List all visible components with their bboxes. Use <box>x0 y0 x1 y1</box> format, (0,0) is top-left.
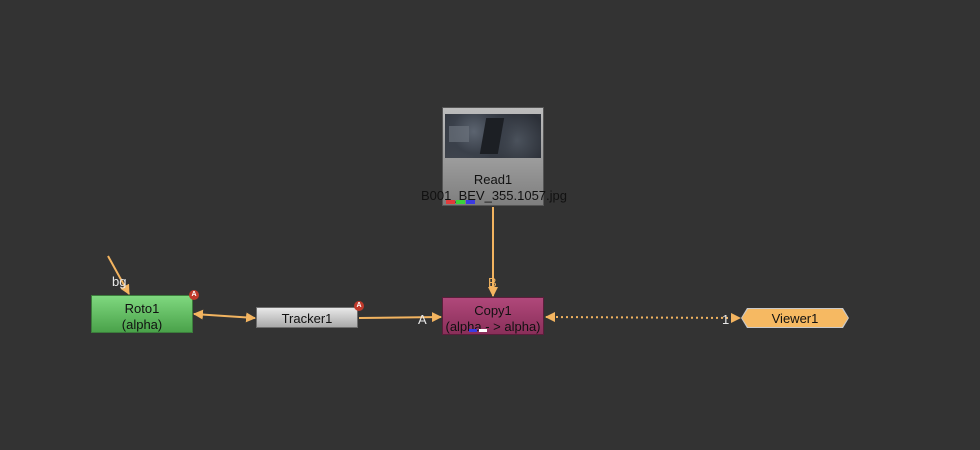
roto-node[interactable]: Roto1 (alpha) A <box>91 290 199 333</box>
read-channel-swatches <box>446 200 475 204</box>
copy-channel-swatches <box>469 329 487 332</box>
copy-node-channels: (alpha - > alpha) <box>445 319 541 334</box>
tracker-animation-badge: A <box>354 301 364 311</box>
copy-node-title: Copy1 <box>474 303 512 318</box>
read-thumbnail <box>445 114 541 158</box>
roto-tracker-pipe[interactable] <box>193 309 256 323</box>
copy-input-b-label: B <box>488 275 497 290</box>
read-node-title: Read1 <box>473 172 513 187</box>
read-channel-swatch <box>446 200 455 204</box>
tracker-node-title: Tracker1 <box>281 311 333 326</box>
roto-node-title: Roto1 <box>124 301 160 316</box>
read-node[interactable]: Read1 B001_BEV_355.1057.jpg <box>421 107 567 206</box>
read-channel-swatch <box>456 200 465 204</box>
copy-node[interactable]: Copy1 (alpha - > alpha) <box>442 297 544 335</box>
tracker-node[interactable]: Tracker1 A <box>256 301 364 328</box>
roto-node-channel: (alpha) <box>121 317 163 332</box>
roto-bg-input-label: bg <box>112 274 127 289</box>
read-node-filename: B001_BEV_355.1057.jpg <box>420 188 567 203</box>
node-graph-canvas[interactable] <box>0 0 980 450</box>
viewer-node[interactable]: Viewer1 <box>742 309 848 327</box>
read-channel-swatch <box>466 200 475 204</box>
roto-animation-badge: A <box>189 290 199 300</box>
tracker-copy-pipe[interactable] <box>358 312 442 323</box>
copy-input-a-label: A <box>418 312 427 327</box>
viewer-input-label: 1 <box>722 312 730 327</box>
copy-viewer-pipe[interactable] <box>545 312 741 323</box>
viewer-node-title: Viewer1 <box>771 311 819 326</box>
